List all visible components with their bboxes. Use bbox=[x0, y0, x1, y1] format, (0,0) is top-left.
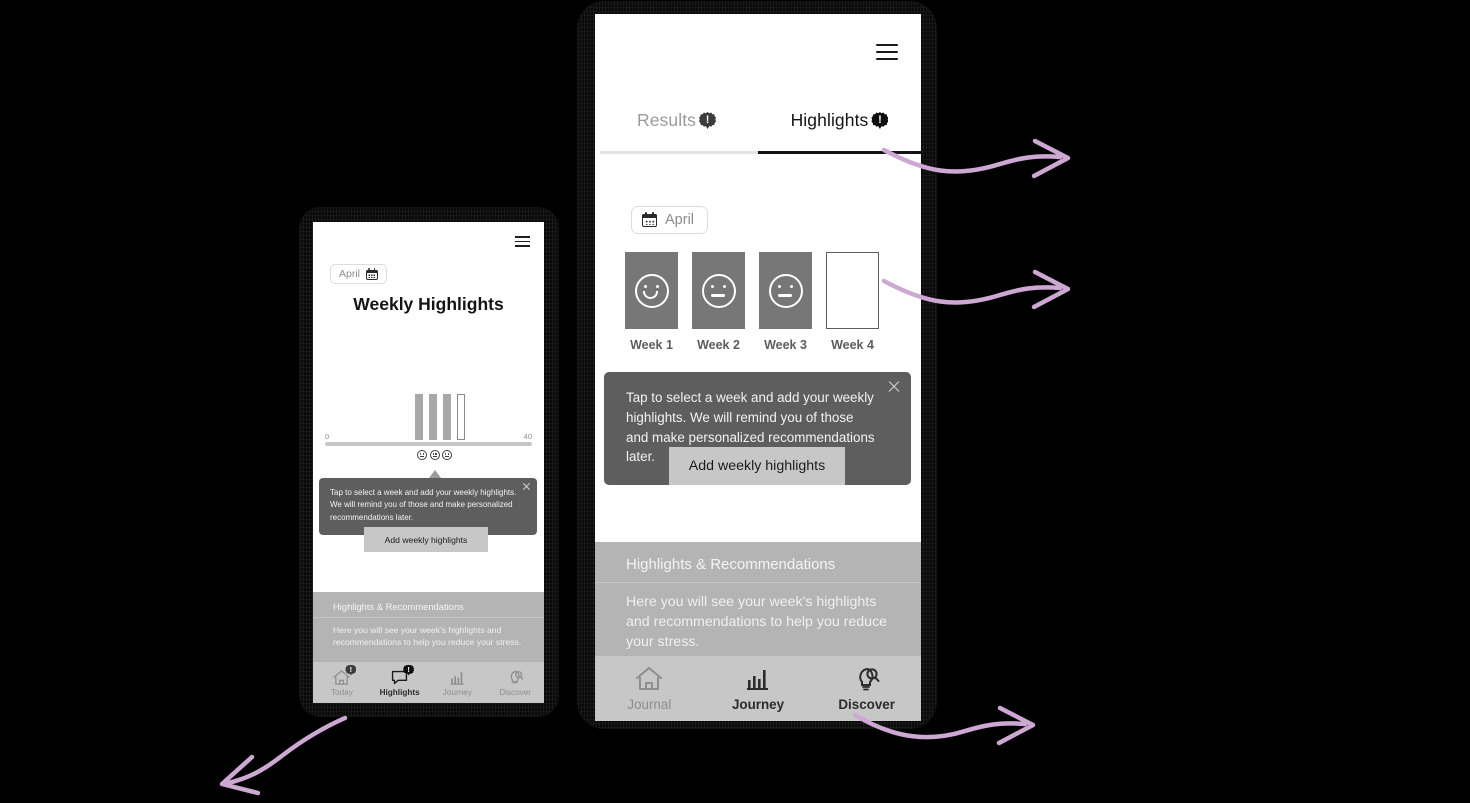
neutral-face-icon bbox=[768, 273, 803, 308]
close-icon[interactable] bbox=[522, 482, 531, 491]
week-card-surface bbox=[692, 252, 745, 329]
app-screen-large: Results ! Highlights ! April Week 1 Week… bbox=[595, 14, 921, 721]
lightbulb-search-icon bbox=[506, 669, 525, 686]
nav-item-discover-label: Discover bbox=[499, 687, 532, 697]
week-card-item[interactable]: Week 1 bbox=[623, 252, 680, 352]
calendar-icon bbox=[642, 212, 658, 228]
alert-badge-icon: ! bbox=[871, 112, 889, 129]
neutral-face-icon bbox=[701, 273, 736, 308]
nav-item-journey[interactable]: Journey bbox=[704, 656, 813, 721]
recommendations-title: Highlights & Recommendations bbox=[333, 601, 464, 612]
nav-item-journey[interactable]: Journey bbox=[429, 662, 487, 703]
week-card-item[interactable]: Week 3 bbox=[757, 252, 814, 352]
chart-bar[interactable] bbox=[443, 394, 451, 440]
phone-mockup-large: Results ! Highlights ! April Week 1 Week… bbox=[578, 2, 936, 728]
tab-underline-inactive bbox=[600, 151, 758, 154]
happy-face-icon bbox=[417, 450, 427, 460]
nav-item-discover[interactable]: Discover bbox=[486, 662, 544, 703]
add-weekly-highlights-label: Add weekly highlights bbox=[688, 458, 826, 474]
alert-badge-icon: ! bbox=[345, 664, 357, 676]
tab-results[interactable]: Results ! bbox=[595, 106, 758, 154]
close-icon[interactable] bbox=[887, 380, 901, 394]
month-selector[interactable]: April bbox=[631, 206, 709, 234]
tab-highlights-label: Highlights bbox=[790, 110, 869, 130]
neutral-face-icon bbox=[429, 450, 440, 460]
chart-bar[interactable] bbox=[429, 394, 437, 440]
app-screen-small: April Weekly Highlights 0 40 Tap to sele… bbox=[313, 222, 544, 703]
nav-item-discover[interactable]: Discover bbox=[812, 656, 921, 721]
chart-axis-min-label: 0 bbox=[325, 432, 330, 441]
chart-face-markers bbox=[417, 450, 452, 460]
tooltip-text: Tap to select a week and add your weekly… bbox=[330, 488, 517, 522]
bar-chart-icon bbox=[448, 669, 467, 686]
bottom-navigation: Journal Journey Discover bbox=[595, 656, 921, 721]
week-card-label: Week 1 bbox=[630, 338, 673, 352]
phone-mockup-small: April Weekly Highlights 0 40 Tap to sele… bbox=[300, 208, 558, 716]
month-selector-label: April bbox=[339, 268, 361, 280]
recommendations-section: Highlights & Recommendations Here you wi… bbox=[595, 542, 921, 656]
chart-axis-max-label: 40 bbox=[523, 432, 532, 441]
nav-item-discover-label: Discover bbox=[838, 697, 895, 712]
tab-underline-active bbox=[758, 151, 921, 154]
nav-item-today-label: Today bbox=[330, 687, 353, 697]
lightbulb-search-icon bbox=[852, 665, 882, 692]
speech-bubble-icon: ! bbox=[390, 664, 415, 686]
chart-bar[interactable] bbox=[415, 394, 423, 440]
week-card-label: Week 2 bbox=[697, 338, 740, 352]
add-weekly-highlights-button[interactable]: Add weekly highlights bbox=[364, 527, 488, 552]
tab-highlights[interactable]: Highlights ! bbox=[758, 106, 921, 154]
nav-item-journey-label: Journey bbox=[442, 687, 472, 697]
happy-face-icon bbox=[634, 273, 669, 308]
nav-item-highlights-label: Highlights bbox=[379, 687, 420, 697]
week-card-label: Week 4 bbox=[831, 338, 874, 352]
screenshot-canvas: Results ! Highlights ! April Week 1 Week… bbox=[0, 0, 1470, 803]
month-selector[interactable]: April bbox=[330, 264, 388, 284]
page-title: Weekly Highlights bbox=[353, 294, 504, 314]
week-card-surface bbox=[759, 252, 812, 329]
weekly-mood-chart: 0 40 bbox=[313, 392, 544, 482]
neutral-face-icon bbox=[442, 450, 452, 460]
home-icon bbox=[634, 665, 664, 692]
hamburger-icon[interactable] bbox=[876, 44, 898, 61]
week-card-surface bbox=[625, 252, 678, 329]
nav-item-journal-label: Journal bbox=[627, 697, 672, 712]
tab-bar: Results ! Highlights ! bbox=[595, 106, 921, 154]
tab-results-label: Results bbox=[636, 110, 697, 130]
add-weekly-highlights-label: Add weekly highlights bbox=[384, 534, 468, 545]
month-selector-label: April bbox=[665, 212, 695, 228]
calendar-icon bbox=[366, 268, 378, 280]
recommendations-body: Here you will see your week's highlights… bbox=[333, 625, 522, 648]
home-icon: ! bbox=[332, 664, 357, 686]
week-card-label: Week 3 bbox=[764, 338, 807, 352]
recommendations-section: Highlights & Recommendations Here you wi… bbox=[313, 592, 544, 662]
chart-axis-line bbox=[325, 442, 532, 446]
week-card-list: Week 1 Week 2 Week 3 Week 4 bbox=[623, 252, 881, 352]
bar-chart-icon bbox=[743, 665, 773, 692]
hamburger-icon[interactable] bbox=[515, 236, 530, 248]
week-card-surface-empty bbox=[826, 252, 879, 329]
nav-item-highlights[interactable]: ! Highlights bbox=[371, 662, 429, 703]
recommendations-body: Here you will see your week's highlights… bbox=[626, 594, 888, 651]
chart-bars bbox=[415, 394, 465, 440]
nav-item-journal[interactable]: Journal bbox=[595, 656, 704, 721]
add-weekly-highlights-button[interactable]: Add weekly highlights bbox=[669, 447, 845, 485]
nav-item-journey-label: Journey bbox=[731, 697, 785, 712]
nav-item-today[interactable]: ! Today bbox=[313, 662, 371, 703]
chart-bar-empty[interactable] bbox=[457, 394, 465, 440]
alert-badge-icon: ! bbox=[403, 664, 415, 676]
alert-badge-icon: ! bbox=[699, 112, 717, 129]
recommendations-title: Highlights & Recommendations bbox=[626, 556, 836, 573]
arrow-bottom-left bbox=[219, 715, 348, 796]
week-card-item[interactable]: Week 2 bbox=[690, 252, 747, 352]
bottom-navigation: ! Today ! Highlights Journey Discover bbox=[313, 662, 544, 703]
week-card-item-empty[interactable]: Week 4 bbox=[824, 252, 881, 352]
